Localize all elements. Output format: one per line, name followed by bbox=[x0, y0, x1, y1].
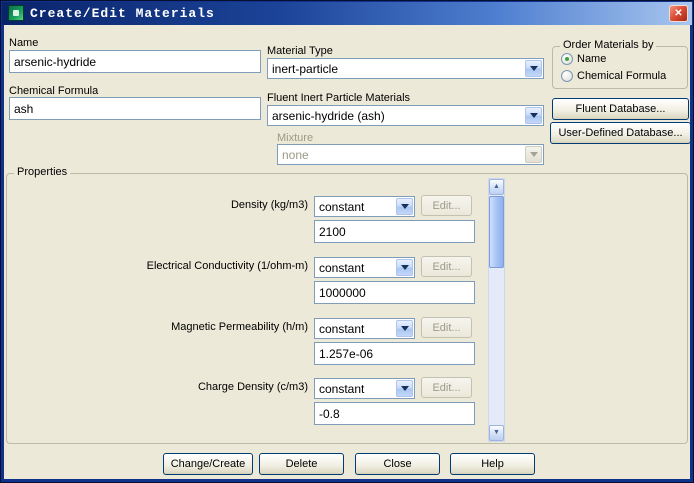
material-type-combo[interactable]: inert-particle bbox=[267, 58, 544, 79]
density-edit-button[interactable]: Edit... bbox=[421, 195, 472, 216]
titlebar[interactable]: Create/Edit Materials ✕ bbox=[2, 2, 692, 25]
properties-title: Properties bbox=[14, 166, 70, 178]
scroll-down-icon[interactable]: ▼ bbox=[489, 425, 504, 441]
chevron-down-icon bbox=[401, 326, 409, 331]
property-label-density: Density (kg/m3) bbox=[11, 199, 308, 211]
scrollbar-thumb[interactable] bbox=[489, 196, 504, 268]
help-button[interactable]: Help bbox=[450, 453, 535, 475]
properties-scrollbar[interactable]: ▲ ▼ bbox=[488, 178, 505, 442]
magnetic-permeability-value-input[interactable] bbox=[314, 342, 475, 365]
close-icon[interactable]: ✕ bbox=[669, 5, 688, 22]
dropdown-button[interactable] bbox=[396, 320, 413, 337]
order-by-name-option[interactable]: Name bbox=[561, 52, 606, 66]
mixture-label: Mixture bbox=[277, 132, 313, 144]
magnetic-permeability-method-combo[interactable]: constant bbox=[314, 318, 415, 339]
electrical-conductivity-method-value: constant bbox=[319, 261, 364, 275]
dropdown-button[interactable] bbox=[396, 198, 413, 215]
dropdown-button[interactable] bbox=[396, 259, 413, 276]
chevron-down-icon bbox=[530, 113, 538, 118]
name-input[interactable] bbox=[9, 50, 261, 73]
charge-density-method-combo[interactable]: constant bbox=[314, 378, 415, 399]
name-label: Name bbox=[9, 37, 38, 49]
dropdown-button[interactable] bbox=[525, 60, 542, 77]
mixture-value: none bbox=[282, 148, 309, 162]
electrical-conductivity-value-input[interactable] bbox=[314, 281, 475, 304]
close-button[interactable]: Close bbox=[355, 453, 440, 475]
density-value-input[interactable] bbox=[314, 220, 475, 243]
delete-button[interactable]: Delete bbox=[259, 453, 344, 475]
electrical-conductivity-method-combo[interactable]: constant bbox=[314, 257, 415, 278]
material-type-label: Material Type bbox=[267, 45, 333, 57]
chevron-down-icon bbox=[401, 265, 409, 270]
dropdown-button bbox=[525, 146, 542, 163]
window-title: Create/Edit Materials bbox=[30, 6, 215, 21]
property-label-magnetic-permeability: Magnetic Permeability (h/m) bbox=[11, 321, 308, 333]
charge-density-value-input[interactable] bbox=[314, 402, 475, 425]
dropdown-button[interactable] bbox=[396, 380, 413, 397]
density-method-value: constant bbox=[319, 200, 364, 214]
app-icon bbox=[8, 5, 24, 21]
material-type-value: inert-particle bbox=[272, 62, 338, 76]
chevron-down-icon bbox=[401, 204, 409, 209]
charge-density-method-value: constant bbox=[319, 382, 364, 396]
order-materials-groupbox: Order Materials by Name Chemical Formula bbox=[552, 46, 688, 89]
chevron-down-icon bbox=[530, 66, 538, 71]
chevron-down-icon bbox=[401, 386, 409, 391]
chemical-formula-input[interactable] bbox=[9, 97, 261, 120]
change-create-button[interactable]: Change/Create bbox=[163, 453, 253, 475]
fluent-materials-value: arsenic-hydride (ash) bbox=[272, 109, 385, 123]
dropdown-button[interactable] bbox=[525, 107, 542, 124]
radio-unselected-icon[interactable] bbox=[561, 70, 573, 82]
radio-selected-icon[interactable] bbox=[561, 53, 573, 65]
mixture-combo: none bbox=[277, 144, 544, 165]
fluent-database-button[interactable]: Fluent Database... bbox=[552, 98, 689, 120]
radio-label-chemical-formula: Chemical Formula bbox=[577, 70, 666, 82]
chevron-down-icon bbox=[530, 152, 538, 157]
charge-density-edit-button[interactable]: Edit... bbox=[421, 377, 472, 398]
fluent-materials-combo[interactable]: arsenic-hydride (ash) bbox=[267, 105, 544, 126]
magnetic-permeability-method-value: constant bbox=[319, 322, 364, 336]
property-label-electrical-conductivity: Electrical Conductivity (1/ohm-m) bbox=[11, 260, 308, 272]
fluent-materials-label: Fluent Inert Particle Materials bbox=[267, 92, 410, 104]
radio-label-name: Name bbox=[577, 53, 606, 65]
property-label-charge-density: Charge Density (c/m3) bbox=[11, 381, 308, 393]
create-edit-materials-dialog: Create/Edit Materials ✕ Name Material Ty… bbox=[0, 0, 694, 483]
order-materials-title: Order Materials by bbox=[560, 39, 656, 51]
scroll-up-icon[interactable]: ▲ bbox=[489, 179, 504, 195]
density-method-combo[interactable]: constant bbox=[314, 196, 415, 217]
electrical-conductivity-edit-button[interactable]: Edit... bbox=[421, 256, 472, 277]
magnetic-permeability-edit-button[interactable]: Edit... bbox=[421, 317, 472, 338]
chemical-formula-label: Chemical Formula bbox=[9, 85, 98, 97]
order-by-chemical-formula-option[interactable]: Chemical Formula bbox=[561, 69, 666, 83]
user-defined-database-button[interactable]: User-Defined Database... bbox=[550, 122, 691, 144]
